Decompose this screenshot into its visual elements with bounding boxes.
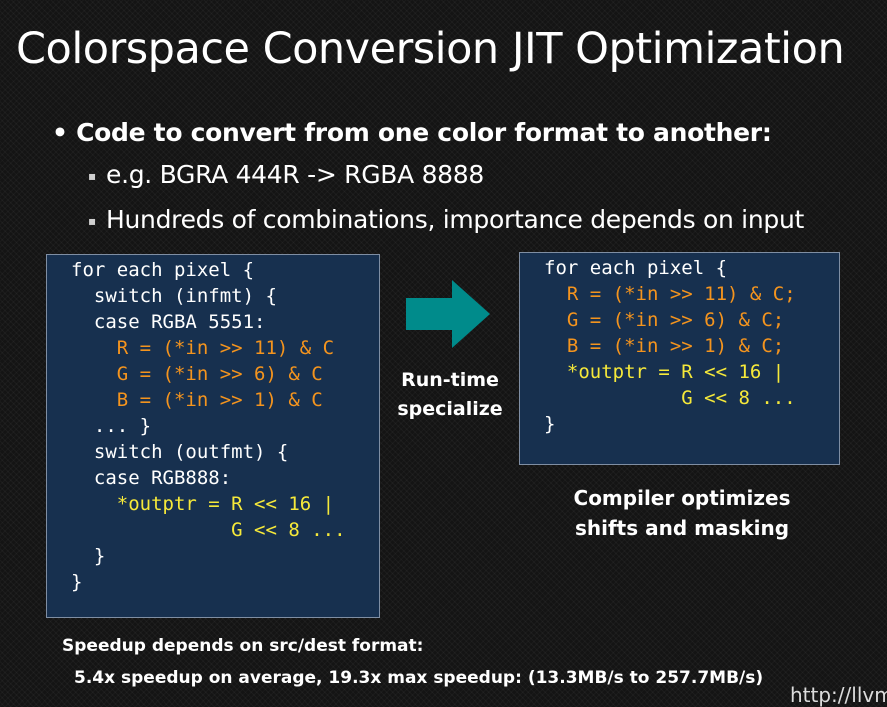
compiler-optimizes-label: Compiler optimizes shifts and masking — [540, 483, 824, 543]
code-line: } — [544, 413, 556, 435]
code-line: for each pixel { — [544, 257, 728, 279]
code-line: R = (*in >> 11) & C; — [544, 283, 796, 305]
sub-bullet-combinations: ▪ Hundreds of combinations, importance de… — [88, 205, 804, 234]
code-line: switch (infmt) { — [71, 285, 277, 307]
main-bullet-text: Code to convert from one color format to… — [76, 118, 772, 147]
speedup-detail: 5.4x speedup on average, 19.3x max speed… — [74, 668, 764, 688]
code-line: *outptr = R << 16 | — [544, 361, 785, 383]
code-line: } — [71, 571, 83, 593]
slide-title: Colorspace Conversion JIT Optimization — [16, 24, 845, 74]
code-line: case RGBA 5551: — [71, 311, 266, 333]
code-line: B = (*in >> 1) & C; — [544, 335, 785, 357]
compiler-label-line: shifts and masking — [574, 516, 790, 540]
sub-bullet-text: Hundreds of combinations, importance dep… — [106, 205, 804, 234]
code-line: B = (*in >> 1) & C — [71, 389, 323, 411]
code-line: G << 8 ... — [544, 387, 796, 409]
runtime-label-line: Run-time — [401, 369, 499, 391]
sub-bullet-example: ▪ e.g. BGRA 444R -> RGBA 8888 — [88, 160, 484, 189]
right-arrow-icon — [406, 280, 490, 348]
specialized-code-box: for each pixel { R = (*in >> 11) & C; G … — [519, 252, 840, 465]
main-bullet: • Code to convert from one color format … — [52, 118, 772, 147]
code-line: for each pixel { — [71, 259, 255, 281]
code-line: case RGB888: — [71, 467, 232, 489]
code-line: G = (*in >> 6) & C — [71, 363, 323, 385]
code-line: R = (*in >> 11) & C — [71, 337, 335, 359]
code-line: ... } — [71, 415, 152, 437]
code-line: switch (outfmt) { — [71, 441, 289, 463]
speedup-heading: Speedup depends on src/dest format: — [62, 636, 424, 656]
generic-code-box: for each pixel { switch (infmt) { case R… — [46, 254, 380, 618]
runtime-label-line: specialize — [397, 398, 503, 420]
code-line: G = (*in >> 6) & C; — [544, 309, 785, 331]
url-text: http://llvm — [790, 683, 887, 707]
sub-bullet-mark: ▪ — [88, 214, 96, 228]
code-line: *outptr = R << 16 | — [71, 493, 335, 515]
compiler-label-line: Compiler optimizes — [573, 486, 791, 510]
code-line: } — [71, 545, 106, 567]
sub-bullet-mark: ▪ — [88, 169, 96, 183]
bullet-mark: • — [52, 118, 68, 147]
code-line: G << 8 ... — [71, 519, 346, 541]
runtime-specialize-label: Run-time specialize — [394, 366, 506, 424]
sub-bullet-text: e.g. BGRA 444R -> RGBA 8888 — [106, 160, 484, 189]
